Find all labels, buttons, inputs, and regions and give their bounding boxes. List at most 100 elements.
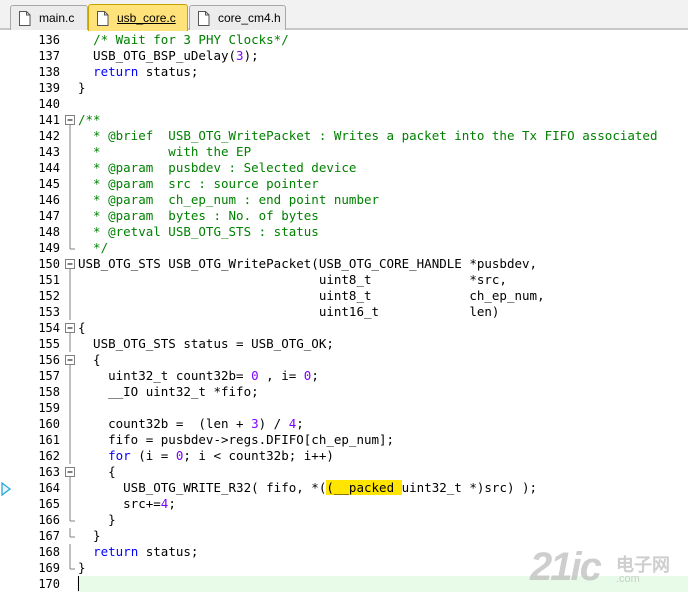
tab-label: core_cm4.h bbox=[218, 11, 281, 25]
line-number: 147 bbox=[38, 209, 60, 223]
code-line[interactable]: 162 for (i = 0; i < count32b; i++) bbox=[0, 448, 688, 464]
code-token: fifo = pusbdev->regs.DFIFO[ch_ep_num]; bbox=[78, 432, 395, 447]
code-line[interactable]: 167 } bbox=[0, 528, 688, 544]
code-text: { bbox=[78, 464, 116, 480]
code-line[interactable]: 163 { bbox=[0, 464, 688, 480]
fold-line-marker bbox=[64, 496, 76, 512]
code-line[interactable]: 148 * @retval USB_OTG_STS : status bbox=[0, 224, 688, 240]
code-token: status; bbox=[138, 64, 199, 79]
code-token: __IO uint32_t *fifo; bbox=[78, 384, 259, 399]
code-text: { bbox=[78, 320, 86, 336]
code-token: uint32_t count32b= bbox=[78, 368, 252, 383]
fold-toggle-icon[interactable] bbox=[64, 352, 76, 368]
line-number: 148 bbox=[38, 225, 60, 239]
code-comment: /** bbox=[78, 112, 101, 127]
fold-line-marker bbox=[64, 224, 76, 240]
code-text: /** bbox=[78, 112, 101, 128]
code-line[interactable]: 143 * with the EP bbox=[0, 144, 688, 160]
line-number: 167 bbox=[38, 529, 60, 543]
fold-line-marker bbox=[64, 368, 76, 384]
code-line[interactable]: 166 } bbox=[0, 512, 688, 528]
code-token: , i= bbox=[258, 368, 304, 383]
code-token: (i = bbox=[130, 448, 176, 463]
code-line[interactable]: 158 __IO uint32_t *fifo; bbox=[0, 384, 688, 400]
code-text: for (i = 0; i < count32b; i++) bbox=[78, 448, 334, 464]
line-number: 170 bbox=[38, 577, 60, 591]
code-line[interactable]: 150 USB_OTG_STS USB_OTG_WritePacket(USB_O… bbox=[0, 256, 688, 272]
fold-toggle-icon[interactable] bbox=[64, 256, 76, 272]
tab-usb-core-c[interactable]: usb_core.c bbox=[88, 4, 188, 31]
tab-core-cm4-h[interactable]: core_cm4.h bbox=[189, 5, 286, 30]
code-token: uint32_t *)src) ); bbox=[401, 480, 538, 495]
code-line[interactable]: 159 bbox=[0, 400, 688, 416]
fold-toggle-icon[interactable] bbox=[64, 112, 76, 128]
code-text: uint8_t ch_ep_num, bbox=[78, 288, 545, 304]
code-text: * @param ch_ep_num : end point number bbox=[78, 192, 379, 208]
line-number: 160 bbox=[38, 417, 60, 431]
code-line[interactable]: 141 /** bbox=[0, 112, 688, 128]
code-text: * @brief USB_OTG_WritePacket : Writes a … bbox=[78, 128, 657, 144]
line-number: 144 bbox=[38, 161, 60, 175]
code-line[interactable]: 147 * @param bytes : No. of bytes bbox=[0, 208, 688, 224]
tab-main-c[interactable]: main.c bbox=[10, 5, 88, 30]
fold-line-marker bbox=[64, 384, 76, 400]
line-number: 159 bbox=[38, 401, 60, 415]
fold-line-marker bbox=[64, 272, 76, 288]
code-token: ); bbox=[243, 48, 259, 63]
code-line[interactable]: 152 uint8_t ch_ep_num, bbox=[0, 288, 688, 304]
fold-line-marker bbox=[64, 336, 76, 352]
code-line[interactable]: 145 * @param src : source pointer bbox=[0, 176, 688, 192]
code-token: } bbox=[78, 528, 101, 543]
code-number: 0 bbox=[251, 368, 259, 383]
code-line[interactable]: 153 uint16_t len) bbox=[0, 304, 688, 320]
code-comment: * with the EP bbox=[78, 144, 252, 159]
file-icon bbox=[18, 10, 31, 26]
code-line[interactable]: 165 src+=4; bbox=[0, 496, 688, 512]
line-number: 153 bbox=[38, 305, 60, 319]
code-text: count32b = (len + 3) / 4; bbox=[78, 416, 304, 432]
fold-line-marker bbox=[64, 432, 76, 448]
code-text: USB_OTG_STS status = USB_OTG_OK; bbox=[78, 336, 334, 352]
code-line[interactable]: 146 * @param ch_ep_num : end point numbe… bbox=[0, 192, 688, 208]
code-line[interactable]: 144 * @param pusbdev : Selected device bbox=[0, 160, 688, 176]
code-line[interactable]: 156 { bbox=[0, 352, 688, 368]
code-token: uint8_t ch_ep_num, bbox=[78, 288, 545, 303]
fold-line-marker bbox=[64, 128, 76, 144]
code-token: USB_OTG_STS status = USB_OTG_OK; bbox=[78, 336, 334, 351]
code-line[interactable]: 137 USB_OTG_BSP_uDelay(3); bbox=[0, 48, 688, 64]
code-line[interactable]: 138 return status; bbox=[0, 64, 688, 80]
code-line[interactable]: 157 uint32_t count32b= 0 , i= 0; bbox=[0, 368, 688, 384]
line-number: 163 bbox=[38, 465, 60, 479]
code-line[interactable]: 149 */ bbox=[0, 240, 688, 256]
code-line[interactable]: 164 USB_OTG_WRITE_R32( fifo, *((__packed… bbox=[0, 480, 688, 496]
code-line[interactable]: 136 /* Wait for 3 PHY Clocks*/ bbox=[0, 32, 688, 48]
code-line[interactable]: 142 * @brief USB_OTG_WritePacket : Write… bbox=[0, 128, 688, 144]
code-token: USB_OTG_BSP_uDelay( bbox=[78, 48, 237, 63]
watermark-logo: 21ic 电子网 .com bbox=[530, 545, 680, 593]
code-comment: * @param ch_ep_num : end point number bbox=[78, 192, 380, 207]
fold-line-marker bbox=[64, 208, 76, 224]
code-line[interactable]: 154 { bbox=[0, 320, 688, 336]
search-highlight: (__packed bbox=[326, 480, 402, 495]
file-icon bbox=[197, 10, 210, 26]
code-editor[interactable]: 136 /* Wait for 3 PHY Clocks*/137 USB_OT… bbox=[0, 31, 688, 595]
code-line[interactable]: 160 count32b = (len + 3) / 4; bbox=[0, 416, 688, 432]
code-text: */ bbox=[78, 240, 108, 256]
code-line[interactable]: 151 uint8_t *src, bbox=[0, 272, 688, 288]
line-number: 150 bbox=[38, 257, 60, 271]
fold-toggle-icon[interactable] bbox=[64, 320, 76, 336]
line-number: 158 bbox=[38, 385, 60, 399]
fold-toggle-icon[interactable] bbox=[64, 464, 76, 480]
code-line[interactable]: 161 fifo = pusbdev->regs.DFIFO[ch_ep_num… bbox=[0, 432, 688, 448]
code-comment: * @param src : source pointer bbox=[78, 176, 319, 191]
code-token: } bbox=[78, 512, 116, 527]
line-number: 149 bbox=[38, 241, 60, 255]
code-text: } bbox=[78, 80, 86, 96]
code-text: } bbox=[78, 528, 101, 544]
code-line[interactable]: 155 USB_OTG_STS status = USB_OTG_OK; bbox=[0, 336, 688, 352]
code-line[interactable]: 139} bbox=[0, 80, 688, 96]
code-line[interactable]: 140 bbox=[0, 96, 688, 112]
